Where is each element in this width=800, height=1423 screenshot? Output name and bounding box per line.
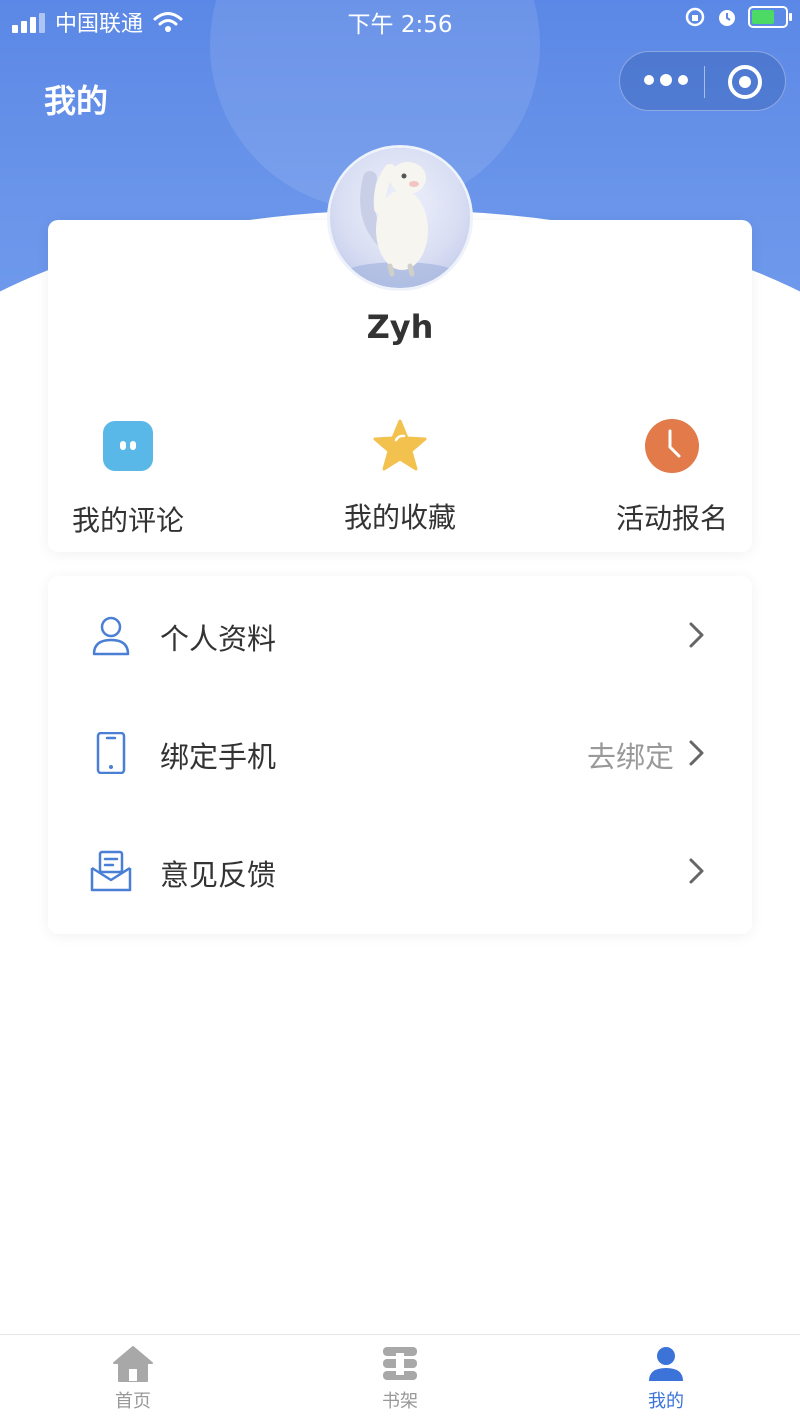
phone-icon bbox=[96, 732, 126, 774]
quick-action-label: 活动报名 bbox=[615, 502, 728, 535]
chevron-right-icon bbox=[689, 858, 704, 884]
quick-action-comments[interactable]: 我的评论 bbox=[38, 418, 218, 539]
bookshelf-icon bbox=[383, 1347, 417, 1380]
status-time: 下午 2:56 bbox=[347, 12, 453, 38]
menu-item-extra: 去绑定 bbox=[586, 740, 674, 774]
quick-action-events[interactable]: 活动报名 bbox=[582, 418, 762, 537]
menu-card: 个人资料 绑定手机 去绑定 意见反馈 bbox=[48, 576, 752, 934]
menu-item-label: 个人资料 bbox=[160, 622, 277, 656]
menu-item-label: 绑定手机 bbox=[160, 740, 277, 774]
orientation-lock-icon bbox=[685, 7, 705, 27]
chevron-right-icon bbox=[689, 622, 704, 648]
tab-label: 我的 bbox=[648, 1391, 684, 1412]
menu-item-bind-phone[interactable]: 绑定手机 去绑定 bbox=[48, 694, 752, 812]
feedback-mail-icon bbox=[90, 850, 132, 892]
menu-item-profile[interactable]: 个人资料 bbox=[48, 576, 752, 694]
tab-profile[interactable]: 我的 bbox=[606, 1345, 726, 1413]
mini-program-capsule[interactable] bbox=[619, 51, 786, 111]
username: Zyh bbox=[366, 308, 434, 346]
star-icon bbox=[372, 418, 428, 474]
avatar[interactable] bbox=[330, 148, 470, 288]
close-target-icon[interactable] bbox=[728, 65, 762, 99]
battery-charging-icon bbox=[748, 6, 792, 28]
status-bar: 中国联通 下午 2:56 bbox=[0, 0, 800, 40]
user-icon bbox=[92, 616, 130, 656]
quick-action-label: 我的收藏 bbox=[343, 501, 456, 534]
tab-bar: 首页 书架 我的 bbox=[0, 1334, 800, 1423]
menu-item-feedback[interactable]: 意见反馈 bbox=[48, 812, 752, 930]
quick-action-favorites[interactable]: 我的收藏 bbox=[310, 418, 490, 536]
tab-home[interactable]: 首页 bbox=[73, 1345, 193, 1413]
quick-action-label: 我的评论 bbox=[71, 504, 184, 537]
menu-item-label: 意见反馈 bbox=[160, 858, 277, 892]
chevron-right-icon bbox=[689, 740, 704, 766]
avatar-illustration bbox=[340, 162, 460, 288]
alarm-icon bbox=[719, 10, 735, 26]
page-title: 我的 bbox=[44, 82, 109, 120]
tab-label: 首页 bbox=[115, 1391, 151, 1412]
capsule-divider bbox=[704, 66, 705, 98]
tab-label: 书架 bbox=[382, 1391, 418, 1412]
more-icon[interactable] bbox=[644, 74, 688, 86]
tab-bookshelf[interactable]: 书架 bbox=[340, 1345, 460, 1413]
home-icon bbox=[113, 1346, 153, 1382]
comment-icon bbox=[100, 421, 156, 477]
clock-icon bbox=[644, 419, 700, 475]
profile-icon bbox=[649, 1347, 683, 1381]
status-right bbox=[684, 6, 792, 28]
